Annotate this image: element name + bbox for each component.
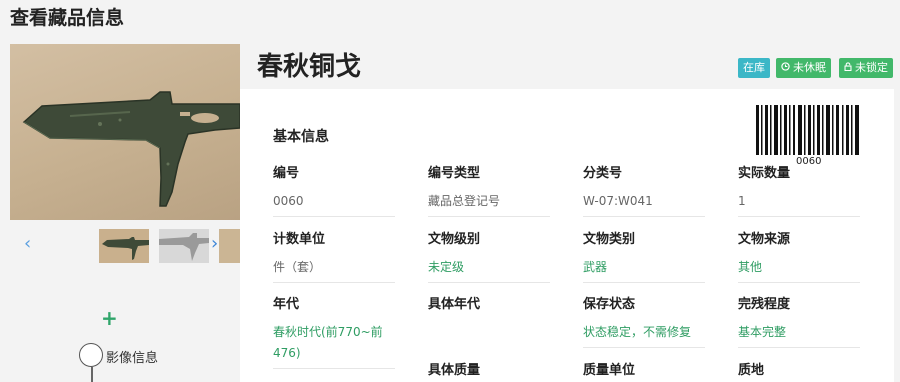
main-artifact-image[interactable] [10, 44, 240, 220]
field-actual-quantity: 实际数量 1 [738, 162, 860, 217]
section-title: 基本信息 [273, 129, 329, 145]
gallery-panel: ‹ › + 影像信息 [0, 42, 240, 382]
badge-label: 未锁定 [855, 61, 888, 74]
field-count-unit: 计数单位 件（套） [273, 228, 395, 283]
clock-icon [781, 58, 790, 78]
field-label: 编号类型 [428, 166, 481, 181]
field-value: 件（套） [273, 257, 395, 283]
field-completeness: 完残程度 基本完整 [738, 293, 860, 348]
field-label: 质地 [738, 363, 765, 378]
basic-info-card: 基本信息 0060 编号 0060 编号类型 藏品总登记号 分类号 W-07:W… [240, 89, 894, 382]
field-label: 保存状态 [583, 297, 636, 312]
field-material: 质地 [738, 359, 860, 378]
field-label: 编号 [273, 166, 300, 181]
thumbnail-1[interactable] [99, 229, 149, 263]
field-preservation-status: 保存状态 状态稳定，不需修复 [583, 293, 705, 348]
item-title: 春秋铜戈 [257, 52, 362, 82]
field-specific-era: 具体年代 [428, 293, 550, 347]
field-label: 完残程度 [738, 297, 791, 312]
timeline-node-icon[interactable] [79, 343, 103, 367]
field-value: 其他 [738, 257, 860, 283]
field-specific-mass: 具体质量 [428, 359, 550, 378]
badge-label: 在库 [743, 61, 765, 74]
thumbnail-2[interactable] [159, 229, 209, 263]
field-label: 具体质量 [428, 363, 481, 378]
plus-icon[interactable]: + [101, 308, 118, 328]
field-value: 武器 [583, 257, 705, 283]
field-label: 分类号 [583, 166, 623, 181]
field-id: 编号 0060 [273, 162, 395, 217]
status-badge-instock: 在库 [738, 58, 770, 78]
field-value: 状态稳定，不需修复 [583, 322, 705, 348]
field-relic-level: 文物级别 未定级 [428, 228, 550, 283]
field-value [428, 322, 550, 347]
chevron-left-icon[interactable]: ‹ [24, 234, 31, 254]
field-label: 计数单位 [273, 232, 326, 247]
chevron-right-icon[interactable]: › [211, 234, 218, 254]
status-badge-not-dormant: 未休眠 [776, 58, 831, 78]
status-badge-unlocked: 未锁定 [839, 58, 893, 78]
field-value: 藏品总登记号 [428, 191, 550, 217]
field-label: 文物类别 [583, 232, 636, 247]
field-value: 未定级 [428, 257, 550, 283]
timeline-item-image-info[interactable]: 影像信息 [106, 347, 158, 366]
field-label: 文物来源 [738, 232, 791, 247]
barcode-image [756, 105, 859, 155]
thumbnail-3[interactable] [219, 229, 240, 263]
field-classification-no: 分类号 W-07:W041 [583, 162, 705, 217]
unlock-icon [844, 58, 852, 78]
field-value: 1 [738, 191, 860, 217]
field-era: 年代 春秋时代(前770~前476) [273, 293, 395, 369]
field-mass-unit: 质量单位 [583, 359, 705, 378]
field-id-type: 编号类型 藏品总登记号 [428, 162, 550, 217]
field-value: 0060 [273, 191, 395, 217]
timeline-connector [91, 367, 93, 382]
badge-label: 未休眠 [793, 61, 826, 74]
field-label: 实际数量 [738, 166, 791, 181]
field-label: 质量单位 [583, 363, 636, 378]
field-label: 年代 [273, 297, 300, 312]
field-label: 具体年代 [428, 297, 481, 312]
field-value: W-07:W041 [583, 191, 705, 217]
page-title: 查看藏品信息 [10, 7, 125, 29]
field-relic-source: 文物来源 其他 [738, 228, 860, 283]
field-value: 基本完整 [738, 322, 860, 348]
field-relic-category: 文物类别 武器 [583, 228, 705, 283]
field-value: 春秋时代(前770~前476) [273, 322, 395, 369]
field-label: 文物级别 [428, 232, 481, 247]
